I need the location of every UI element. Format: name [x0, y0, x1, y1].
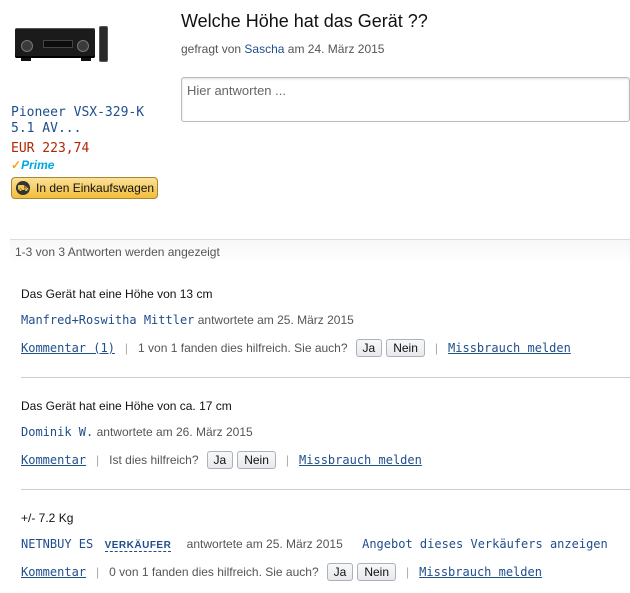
- vote-no-button[interactable]: Nein: [357, 563, 397, 581]
- product-title-line2[interactable]: 5.1 AV...: [11, 121, 171, 137]
- answer-text: Das Gerät hat eine Höhe von ca. 17 cm: [21, 399, 232, 413]
- receiver-foot: [21, 58, 31, 61]
- separator: |: [434, 341, 439, 355]
- answer-divider: [21, 489, 630, 490]
- av-receiver-image[interactable]: [11, 24, 111, 68]
- separator: |: [96, 565, 100, 579]
- separator: |: [406, 565, 410, 579]
- answer-meta: Manfred+Roswitha Mittler antwortete am 2…: [21, 313, 630, 329]
- cart-icon: ⛟: [16, 181, 30, 195]
- answer-divider: [21, 377, 630, 378]
- receiver-display: [43, 40, 73, 48]
- answer-author-link[interactable]: Manfred+Roswitha Mittler: [21, 313, 194, 327]
- answer-date: antwortete am 25. März 2015: [186, 537, 343, 551]
- vote-no-button[interactable]: Nein: [386, 339, 425, 357]
- asker-link[interactable]: Sascha: [244, 42, 284, 56]
- results-summary: 1-3 von 3 Antworten werden angezeigt: [10, 239, 630, 264]
- answer-meta: Dominik W. antwortete am 26. März 2015: [21, 425, 630, 441]
- helpful-text: 0 von 1 fanden dies hilfreich. Sie auch?: [109, 565, 319, 579]
- vote-yes-button[interactable]: Ja: [355, 339, 383, 357]
- separator: |: [285, 453, 290, 467]
- helpful-text: 1 von 1 fanden dies hilfreich. Sie auch?: [138, 341, 348, 355]
- receiver-body: [15, 28, 95, 58]
- seller-offers-link[interactable]: Angebot dieses Verkäufers anzeigen: [362, 537, 608, 551]
- add-to-cart-button[interactable]: ⛟ In den Einkaufswagen: [11, 177, 158, 199]
- product-title-line1[interactable]: Pioneer VSX-329-K: [11, 105, 171, 121]
- answer-actions: Kommentar (1) | 1 von 1 fanden dies hilf…: [21, 339, 630, 357]
- asked-prefix: gefragt von: [181, 42, 242, 56]
- separator: |: [124, 341, 129, 355]
- prime-label: Prime: [21, 158, 55, 172]
- vote-yes-button[interactable]: Ja: [326, 563, 354, 581]
- answer-meta: NETNBUY ES VERKÄUFER antwortete am 25. M…: [21, 537, 630, 553]
- answer-text: Das Gerät hat eine Höhe von 13 cm: [21, 287, 213, 301]
- answer-item: +/- 7.2 Kg NETNBUY ES VERKÄUFER antworte…: [21, 511, 630, 581]
- asked-date: am 24. März 2015: [287, 42, 385, 56]
- answer-item: Das Gerät hat eine Höhe von 13 cm Manfre…: [21, 287, 630, 357]
- knob-right-icon: [77, 40, 89, 52]
- answer-date: antwortete am 26. März 2015: [96, 425, 253, 439]
- question-title: Welche Höhe hat das Gerät ??: [181, 11, 428, 31]
- knob-left-icon: [21, 40, 33, 52]
- answer-actions: Kommentar | Ist dies hilfreich? Ja Nein …: [21, 451, 630, 469]
- answer-date: antwortete am 25. März 2015: [197, 313, 354, 327]
- answer-author-link[interactable]: Dominik W.: [21, 425, 93, 439]
- prime-badge: ✓Prime: [11, 158, 171, 172]
- answer-text: +/- 7.2 Kg: [21, 511, 74, 525]
- answer-author-link[interactable]: NETNBUY ES: [21, 537, 93, 551]
- report-abuse-link[interactable]: Missbrauch melden: [419, 565, 542, 579]
- answer-item: Das Gerät hat eine Höhe von ca. 17 cm Do…: [21, 399, 630, 469]
- comment-link[interactable]: Kommentar (1): [21, 341, 115, 355]
- product-sidebar: Pioneer VSX-329-K 5.1 AV... EUR 223,74 ✓…: [11, 24, 171, 199]
- vote-no-button[interactable]: Nein: [237, 451, 276, 469]
- asked-meta: gefragt von Sascha am 24. März 2015: [181, 42, 384, 56]
- product-price: EUR 223,74: [11, 141, 90, 156]
- vote-yes-button[interactable]: Ja: [206, 451, 234, 469]
- add-to-cart-label: In den Einkaufswagen: [36, 181, 155, 195]
- separator: |: [96, 453, 100, 467]
- prime-check-icon: ✓: [11, 158, 22, 172]
- comment-link[interactable]: Kommentar: [21, 453, 86, 467]
- remote-control-icon: [99, 26, 108, 62]
- product-title-link[interactable]: Pioneer VSX-329-K 5.1 AV...: [11, 105, 171, 137]
- answer-input[interactable]: Hier antworten ...: [181, 77, 630, 122]
- seller-badge[interactable]: VERKÄUFER: [104, 540, 172, 552]
- report-abuse-link[interactable]: Missbrauch melden: [448, 341, 571, 355]
- report-abuse-link[interactable]: Missbrauch melden: [299, 453, 422, 467]
- comment-link[interactable]: Kommentar: [21, 565, 86, 579]
- answer-actions: Kommentar | 0 von 1 fanden dies hilfreic…: [21, 563, 630, 581]
- helpful-text: Ist dies hilfreich?: [109, 453, 199, 467]
- receiver-foot: [81, 58, 91, 61]
